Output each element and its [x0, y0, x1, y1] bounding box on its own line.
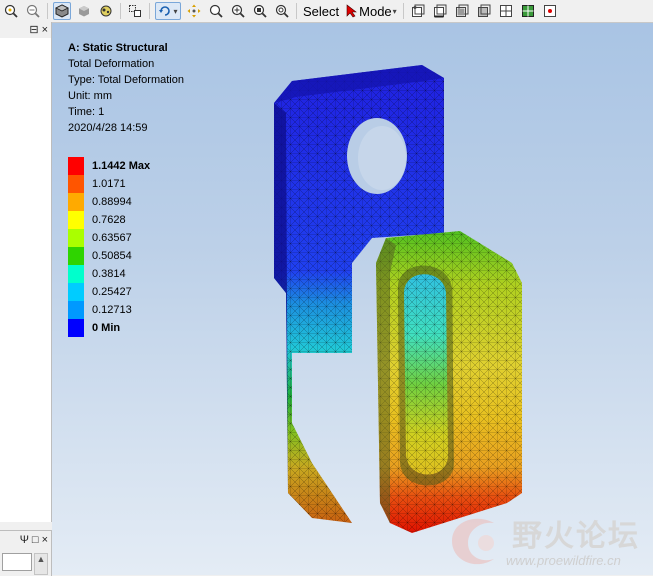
legend-swatch — [68, 175, 84, 193]
legend-value: 0.12713 — [92, 304, 132, 316]
rotate-dropdown-icon[interactable]: ▾ — [173, 7, 177, 16]
select-vertex-icon[interactable] — [409, 2, 427, 20]
legend-row: 0.25427 — [68, 283, 150, 301]
details-input[interactable] — [2, 553, 32, 571]
toolbar-separator — [296, 3, 297, 19]
analysis-title: A: Static Structural — [68, 42, 168, 54]
details-close-icon[interactable]: × — [42, 534, 48, 546]
shaded-with-edges-icon[interactable] — [53, 2, 71, 20]
select-edge-icon[interactable] — [431, 2, 449, 20]
select-body-icon[interactable] — [475, 2, 493, 20]
details-panel-controls: Ψ □ × — [0, 533, 51, 547]
toolbar-separator — [47, 3, 48, 19]
legend-row: 0 Min — [68, 319, 150, 337]
legend-swatch — [68, 319, 84, 337]
select-node-icon[interactable] — [541, 2, 559, 20]
details-pin-icon[interactable]: Ψ — [20, 534, 29, 546]
toolbar-separator — [149, 3, 150, 19]
zoom-all-icon[interactable] — [273, 2, 291, 20]
toolbar-separator — [402, 3, 404, 19]
legend-swatch — [68, 283, 84, 301]
details-panel: Ψ □ × ▲ — [0, 530, 52, 576]
legend-swatch — [68, 247, 84, 265]
select-element-face-icon[interactable] — [497, 2, 515, 20]
legend-value: 0.3814 — [92, 268, 126, 280]
legend-swatch — [68, 265, 84, 283]
watermark-url: www.proewildfire.cn — [506, 553, 621, 568]
zoom-to-fit-icon[interactable] — [2, 2, 20, 20]
details-maximize-icon[interactable]: □ — [32, 534, 39, 546]
select-cursor-icon — [346, 4, 358, 18]
legend-value: 1.1442 Max — [92, 160, 151, 172]
select-element-icon[interactable] — [519, 2, 537, 20]
result-type: Type: Total Deformation — [68, 74, 184, 86]
graphics-toolbar: ▾ Select Mode ▾ — [0, 0, 653, 23]
legend-swatch — [68, 301, 84, 319]
result-time: Time: 1 — [68, 106, 105, 118]
legend-value: 0 Min — [92, 322, 121, 334]
legend-value: 0.7628 — [92, 214, 126, 226]
panel-pin-icon[interactable]: ⊟ — [29, 24, 38, 36]
outline-panel: ⊟ × — [0, 22, 52, 522]
legend-swatch — [68, 193, 84, 211]
zoom-region-icon[interactable] — [251, 2, 269, 20]
watermark-logo-icon — [452, 518, 494, 565]
legend-row: 0.88994 — [68, 193, 150, 211]
mode-dropdown-icon[interactable]: ▾ — [393, 7, 397, 16]
legend-value: 0.88994 — [92, 196, 132, 208]
rotate-icon[interactable]: ▾ — [155, 2, 181, 20]
legend-row: 0.12713 — [68, 301, 150, 319]
zoom-in-icon[interactable] — [229, 2, 247, 20]
select-mode-button[interactable]: Mode ▾ — [342, 4, 400, 19]
legend-value: 1.0171 — [92, 178, 126, 190]
wireframe-icon[interactable] — [97, 2, 115, 20]
outline-panel-controls: ⊟ × — [0, 22, 51, 38]
legend-row: 0.3814 — [68, 265, 150, 283]
mode-label: Mode — [359, 3, 392, 19]
select-label[interactable]: Select — [300, 4, 342, 19]
legend-swatch — [68, 211, 84, 229]
graphics-viewport[interactable]: A: Static Structural Total Deformation T… — [52, 23, 653, 575]
legend-row: 1.1442 Max — [68, 157, 150, 175]
forum-watermark: 野火论坛 www.proewildfire.cn — [442, 507, 653, 575]
legend-swatch — [68, 157, 84, 175]
legend-row: 1.0171 — [68, 175, 150, 193]
legend-value: 0.50854 — [92, 250, 132, 262]
select-face-icon[interactable] — [453, 2, 471, 20]
panel-close-icon[interactable]: × — [42, 24, 48, 36]
pan-icon[interactable] — [185, 2, 203, 20]
legend-swatch — [68, 229, 84, 247]
result-info: A: Static Structural Total Deformation T… — [68, 40, 184, 136]
zoom-out-icon[interactable] — [24, 2, 42, 20]
legend-row: 0.7628 — [68, 211, 150, 229]
legend-row: 0.63567 — [68, 229, 150, 247]
details-scrollbar[interactable]: ▲ — [34, 553, 48, 575]
zoom-icon[interactable] — [207, 2, 225, 20]
legend-row: 0.50854 — [68, 247, 150, 265]
contour-legend[interactable]: 1.1442 Max 1.0171 0.88994 0.7628 0.63567 0.50… — [68, 157, 150, 337]
legend-value: 0.63567 — [92, 232, 132, 244]
shaded-icon[interactable] — [75, 2, 93, 20]
result-date: 2020/4/28 14:59 — [68, 122, 148, 134]
result-unit: Unit: mm — [68, 90, 112, 102]
legend-value: 0.25427 — [92, 286, 132, 298]
watermark-text: 野火论坛 — [512, 519, 640, 554]
box-zoom-icon[interactable] — [126, 2, 144, 20]
toolbar-separator — [120, 3, 121, 19]
result-name: Total Deformation — [68, 58, 155, 70]
